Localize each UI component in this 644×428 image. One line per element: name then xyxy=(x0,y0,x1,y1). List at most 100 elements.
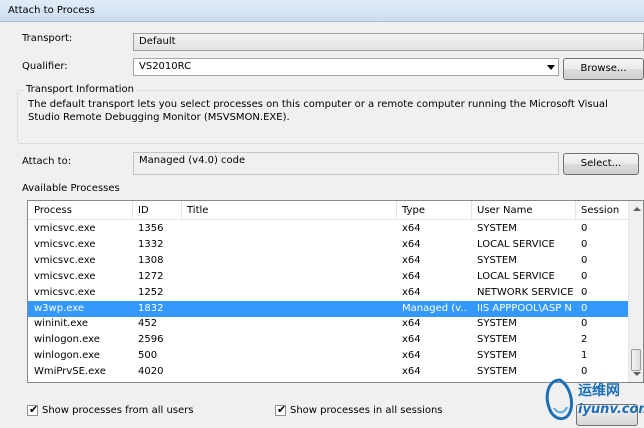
column-separator[interactable] xyxy=(575,201,576,220)
cell-process: vmicsvc.exe xyxy=(34,286,96,298)
cell-type: Managed (v... xyxy=(402,302,468,314)
column-separator[interactable] xyxy=(132,201,133,220)
checkbox-box[interactable]: ✔ xyxy=(27,403,39,416)
scroll-down-icon[interactable] xyxy=(633,372,641,376)
cell-process: vmicsvc.exe xyxy=(34,238,96,250)
cell-process: WmiPrvSE.exe xyxy=(34,366,106,378)
check-icon: ✔ xyxy=(277,403,287,416)
cell-process: winlogon.exe xyxy=(34,350,100,362)
show-all-sessions-checkbox[interactable]: ✔ Show processes in all sessions xyxy=(275,403,475,418)
attach-to-label: Attach to: xyxy=(22,156,72,167)
table-row[interactable]: w3wp.exe 1832 Managed (v... IIS APPPOOL\ASP… xyxy=(28,300,628,317)
cell-session: 0 xyxy=(581,318,588,330)
cell-process: w3wp.exe xyxy=(34,302,84,314)
available-processes-label: Available Processes xyxy=(22,183,120,194)
cell-type: x64 xyxy=(402,318,421,330)
cell-user: SYSTEM xyxy=(477,350,517,362)
cell-id: 1832 xyxy=(138,302,164,314)
qualifier-value: VS2010RC xyxy=(139,61,192,72)
window-title: Attach to Process xyxy=(8,5,95,16)
cell-user: SYSTEM xyxy=(477,223,517,234)
table-row[interactable]: vmicsvc.exe 1356 x64 SYSTEM 0 xyxy=(28,221,628,237)
cell-type: x64 xyxy=(402,366,421,378)
show-all-users-label: Show processes from all users xyxy=(42,405,194,416)
cell-type: x64 xyxy=(402,334,421,346)
transport-value: Default xyxy=(139,36,176,47)
cell-user: SYSTEM xyxy=(477,366,517,378)
transport-combo[interactable]: Default xyxy=(133,33,644,51)
process-list-header: Process ID Title Type User Name Session xyxy=(28,201,643,220)
table-row[interactable]: winlogon.exe 2596 x64 SYSTEM 2 xyxy=(28,332,628,348)
refresh-button[interactable] xyxy=(576,404,638,426)
check-icon: ✔ xyxy=(29,403,39,416)
table-row[interactable]: vmicsvc.exe 1252 x64 NETWORK SERVICE 0 xyxy=(28,285,628,301)
cell-user: LOCAL SERVICE xyxy=(477,238,555,250)
cell-type: x64 xyxy=(402,270,421,282)
scrollbar-thumb[interactable] xyxy=(631,349,641,371)
transport-info-legend: Transport Information xyxy=(24,84,136,95)
transport-info-text: The default transport lets you select pr… xyxy=(28,99,608,123)
cell-id: 1272 xyxy=(138,270,164,282)
select-button[interactable]: Select... xyxy=(563,153,639,175)
transport-label: Transport: xyxy=(22,33,73,44)
show-all-sessions-label: Show processes in all sessions xyxy=(290,405,443,416)
column-header-process[interactable]: Process xyxy=(34,205,72,216)
title-bar: Attach to Process xyxy=(0,0,644,22)
cell-session: 2 xyxy=(581,334,588,346)
cell-type: x64 xyxy=(402,238,421,250)
column-header-type[interactable]: Type xyxy=(402,205,425,216)
cell-id: 1356 xyxy=(138,223,164,234)
transport-info-group: Transport Information The default transp… xyxy=(17,84,644,144)
cell-session: 0 xyxy=(581,302,588,314)
cell-session: 0 xyxy=(581,286,588,298)
checkbox-box[interactable]: ✔ xyxy=(275,403,287,416)
cell-session: 0 xyxy=(581,238,588,250)
chevron-down-icon[interactable] xyxy=(547,65,555,70)
cell-session: 1 xyxy=(581,350,588,362)
cell-process: wininit.exe xyxy=(34,318,89,330)
qualifier-label: Qualifier: xyxy=(22,61,68,72)
attach-to-value: Managed (v4.0) code xyxy=(139,155,246,166)
show-all-users-checkbox[interactable]: ✔ Show processes from all users xyxy=(27,403,217,418)
cell-session: 0 xyxy=(581,366,588,378)
cell-user: LOCAL SERVICE xyxy=(477,270,555,282)
column-header-user[interactable]: User Name xyxy=(477,205,532,216)
table-row[interactable]: vmicsvc.exe 1308 x64 SYSTEM 0 xyxy=(28,253,628,269)
cell-session: 0 xyxy=(581,270,588,282)
vertical-scrollbar[interactable] xyxy=(628,201,643,382)
column-separator[interactable] xyxy=(471,201,472,220)
cell-id: 500 xyxy=(138,350,158,362)
cell-process: winlogon.exe xyxy=(34,334,100,346)
cell-session: 0 xyxy=(581,223,588,234)
cell-user: SYSTEM xyxy=(477,334,517,346)
column-separator[interactable] xyxy=(181,201,182,220)
column-separator[interactable] xyxy=(396,201,397,220)
cell-id: 1332 xyxy=(138,238,164,250)
attach-to-field: Managed (v4.0) code xyxy=(133,152,559,175)
cell-id: 452 xyxy=(138,318,158,330)
table-row[interactable]: vmicsvc.exe 1272 x64 LOCAL SERVICE 0 xyxy=(28,269,628,285)
table-row[interactable]: vmicsvc.exe 1332 x64 LOCAL SERVICE 0 xyxy=(28,237,628,253)
column-header-title[interactable]: Title xyxy=(187,205,208,216)
cell-type: x64 xyxy=(402,254,421,266)
cell-user: SYSTEM xyxy=(477,318,517,330)
cell-user: SYSTEM xyxy=(477,254,517,266)
browse-button[interactable]: Browse... xyxy=(563,58,644,80)
qualifier-combo[interactable]: VS2010RC xyxy=(133,58,559,76)
table-row[interactable]: WmiPrvSE.exe 4020 x64 SYSTEM 0 xyxy=(28,364,628,380)
cell-type: x64 xyxy=(402,223,421,234)
column-header-id[interactable]: ID xyxy=(138,205,149,216)
column-header-session[interactable]: Session xyxy=(581,205,619,216)
cell-type: x64 xyxy=(402,350,421,362)
table-row[interactable]: winlogon.exe 500 x64 SYSTEM 1 xyxy=(28,348,628,364)
table-row[interactable]: wininit.exe 452 x64 SYSTEM 0 xyxy=(28,316,628,332)
process-list[interactable]: Process ID Title Type User Name Session … xyxy=(27,200,644,383)
cell-user: NETWORK SERVICE xyxy=(477,286,573,298)
cell-type: x64 xyxy=(402,286,421,298)
cell-id: 4020 xyxy=(138,366,164,378)
scroll-up-icon[interactable] xyxy=(633,207,641,211)
cell-process: vmicsvc.exe xyxy=(34,223,96,234)
cell-id: 1308 xyxy=(138,254,164,266)
cell-user: IIS APPPOOL\ASP N... xyxy=(477,302,573,314)
cell-id: 2596 xyxy=(138,334,164,346)
